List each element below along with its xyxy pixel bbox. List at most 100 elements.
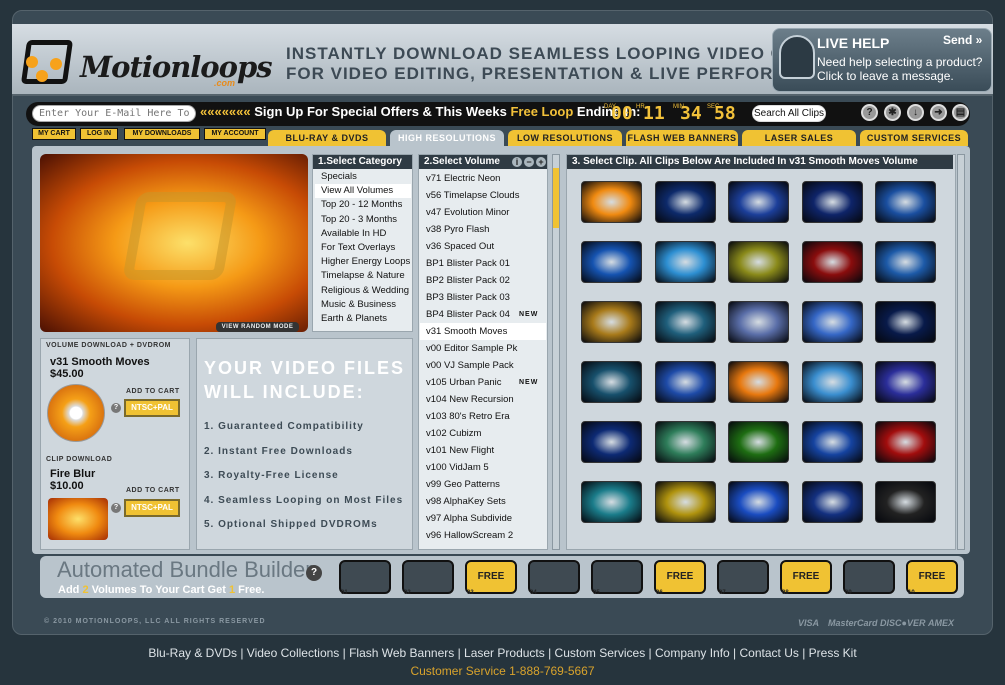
volume-item[interactable]: v104 New Recursion bbox=[420, 391, 546, 408]
customer-service-phone[interactable]: Customer Service 1-888-769-5667 bbox=[0, 664, 1005, 678]
clip-thumbnail[interactable] bbox=[801, 421, 863, 463]
tab-low-resolutions[interactable]: LOW RESOLUTIONS bbox=[508, 130, 622, 146]
add-volume-to-cart-button[interactable]: NTSC+PAL bbox=[124, 399, 180, 417]
clip-thumbnail[interactable] bbox=[875, 181, 936, 223]
category-item[interactable]: For Text Overlays bbox=[315, 241, 411, 255]
category-item[interactable]: Top 20 - 12 Months bbox=[315, 198, 411, 212]
bundle-slot[interactable] bbox=[591, 560, 643, 594]
volume-item[interactable]: v00 VJ Sample Pack bbox=[420, 357, 546, 374]
volume-item[interactable]: v97 Alpha Subdivide bbox=[420, 510, 546, 527]
clip-thumbnail[interactable] bbox=[875, 361, 936, 403]
tab-custom-services[interactable]: CUSTOM SERVICES bbox=[860, 130, 968, 146]
help-icon[interactable]: ? bbox=[111, 503, 121, 513]
tab-laser-sales[interactable]: LASER SALES bbox=[742, 130, 856, 146]
clip-thumbnail[interactable] bbox=[801, 181, 863, 223]
info-icon[interactable]: i bbox=[512, 157, 522, 167]
volume-item[interactable]: v100 VidJam 5 bbox=[420, 459, 546, 476]
help-icon[interactable]: ? bbox=[861, 104, 878, 121]
clip-thumbnail[interactable] bbox=[728, 181, 789, 223]
category-item[interactable]: Higher Energy Loops bbox=[315, 255, 411, 269]
bundle-slot[interactable] bbox=[843, 560, 895, 594]
gear-icon[interactable]: ✱ bbox=[884, 104, 901, 121]
bundle-slot[interactable] bbox=[339, 560, 391, 594]
volume-item[interactable]: v00 Editor Sample Pk bbox=[420, 340, 546, 357]
bundle-slot[interactable]: FREE bbox=[780, 560, 832, 594]
clip-thumbnail[interactable] bbox=[801, 481, 863, 523]
clip-thumbnail[interactable] bbox=[581, 241, 642, 283]
clip-thumbnail[interactable] bbox=[801, 241, 863, 283]
volume-item[interactable]: v56 Timelapse Clouds bbox=[420, 187, 546, 204]
bundle-slot[interactable]: FREE bbox=[906, 560, 958, 594]
volume-item[interactable]: v47 Evolution Minor bbox=[420, 204, 546, 221]
clip-thumbnail[interactable] bbox=[875, 241, 936, 283]
live-help-box[interactable]: LIVE HELP Send » Need help selecting a p… bbox=[772, 28, 992, 92]
help-icon[interactable]: ? bbox=[306, 565, 322, 581]
clip-thumbnail[interactable] bbox=[581, 361, 642, 403]
minus-icon[interactable]: − bbox=[524, 157, 534, 167]
category-item[interactable]: Timelapse & Nature bbox=[315, 269, 411, 283]
clip-thumbnail[interactable] bbox=[801, 361, 863, 403]
volume-item[interactable]: v38 Pyro Flash bbox=[420, 221, 546, 238]
bundle-slot[interactable] bbox=[717, 560, 769, 594]
volume-item[interactable]: v98 AlphaKey Sets bbox=[420, 493, 546, 510]
document-icon[interactable]: ▤ bbox=[952, 104, 969, 121]
live-help-send-button[interactable]: Send » bbox=[943, 33, 982, 47]
clip-thumbnail[interactable] bbox=[581, 301, 642, 343]
my-account-button[interactable]: MY ACCOUNT bbox=[204, 128, 266, 140]
clip-thumbnail[interactable] bbox=[801, 301, 863, 343]
motionloops-logo[interactable]: Motionloops .com bbox=[20, 40, 277, 90]
bundle-slot[interactable] bbox=[402, 560, 454, 594]
tab-blu-ray-dvds[interactable]: BLU-RAY & DVDS bbox=[268, 130, 386, 146]
volume-item[interactable]: v99 Geo Patterns bbox=[420, 476, 546, 493]
search-all-clips-button[interactable]: Search All Clips bbox=[752, 105, 826, 122]
volume-item[interactable]: v31 Smooth Moves bbox=[420, 323, 546, 340]
category-item[interactable]: Religious & Wedding bbox=[315, 284, 411, 298]
footer-links[interactable]: Blu-Ray & DVDs | Video Collections | Fla… bbox=[0, 646, 1005, 660]
clip-thumbnail[interactable] bbox=[728, 241, 789, 283]
clip-preview-video[interactable] bbox=[40, 154, 308, 332]
clip-thumbnail[interactable] bbox=[654, 241, 716, 283]
clip-thumbnail[interactable] bbox=[654, 301, 716, 343]
log-in-button[interactable]: LOG IN bbox=[80, 128, 118, 140]
volume-item[interactable]: v36 Spaced Out bbox=[420, 238, 546, 255]
category-item[interactable]: Music & Business bbox=[315, 298, 411, 312]
clip-thumbnail[interactable] bbox=[728, 301, 789, 343]
my-downloads-button[interactable]: MY DOWNLOADS bbox=[124, 128, 200, 140]
clip-thumbnail[interactable] bbox=[654, 481, 716, 523]
bundle-slot[interactable]: FREE bbox=[465, 560, 517, 594]
volume-item[interactable]: v71 Electric Neon bbox=[420, 170, 546, 187]
arrow-right-icon[interactable]: ➜ bbox=[930, 104, 947, 121]
tab-high-resolutions[interactable]: HIGH RESOLUTIONS bbox=[390, 130, 504, 147]
plus-icon[interactable]: + bbox=[536, 157, 546, 167]
category-item[interactable]: View All Volumes bbox=[315, 184, 411, 199]
tab-flash-web-banners[interactable]: FLASH WEB BANNERS bbox=[626, 130, 738, 146]
download-icon[interactable]: ↓ bbox=[907, 104, 924, 121]
volume-item[interactable]: BP3 Blister Pack 03 bbox=[420, 289, 546, 306]
bundle-slot[interactable] bbox=[528, 560, 580, 594]
category-item[interactable]: Specials bbox=[315, 170, 411, 184]
clip-thumbnail[interactable] bbox=[875, 421, 936, 463]
clip-thumbnail[interactable] bbox=[654, 361, 716, 403]
volume-item[interactable]: v103 80's Retro Era bbox=[420, 408, 546, 425]
volume-item[interactable]: v96 HallowScream 2 bbox=[420, 527, 546, 544]
clip-thumbnail[interactable] bbox=[875, 301, 936, 343]
volume-item[interactable]: v101 New Flight bbox=[420, 442, 546, 459]
clip-thumbnail[interactable] bbox=[728, 361, 789, 403]
add-clip-to-cart-button[interactable]: NTSC+PAL bbox=[124, 499, 180, 517]
bundle-slot[interactable]: FREE bbox=[654, 560, 706, 594]
clip-thumbnail[interactable] bbox=[581, 481, 642, 523]
clip-thumbnail[interactable] bbox=[875, 481, 936, 523]
clip-thumbnail[interactable] bbox=[728, 481, 789, 523]
volume-item[interactable]: BP2 Blister Pack 02 bbox=[420, 272, 546, 289]
clip-thumbnail[interactable] bbox=[581, 421, 642, 463]
category-item[interactable]: Earth & Planets bbox=[315, 312, 411, 326]
volume-item[interactable]: v102 Cubizm bbox=[420, 425, 546, 442]
volume-item[interactable]: BP1 Blister Pack 01 bbox=[420, 255, 546, 272]
category-item[interactable]: Top 20 - 3 Months bbox=[315, 213, 411, 227]
clip-thumbnail[interactable] bbox=[654, 181, 716, 223]
clip-thumbnail[interactable] bbox=[581, 181, 642, 223]
volume-scrollbar-thumb[interactable] bbox=[553, 168, 559, 228]
category-item[interactable]: Available In HD bbox=[315, 227, 411, 241]
view-random-mode-button[interactable]: VIEW RANDOM MODE bbox=[216, 322, 299, 332]
email-signup-input[interactable] bbox=[32, 105, 196, 122]
